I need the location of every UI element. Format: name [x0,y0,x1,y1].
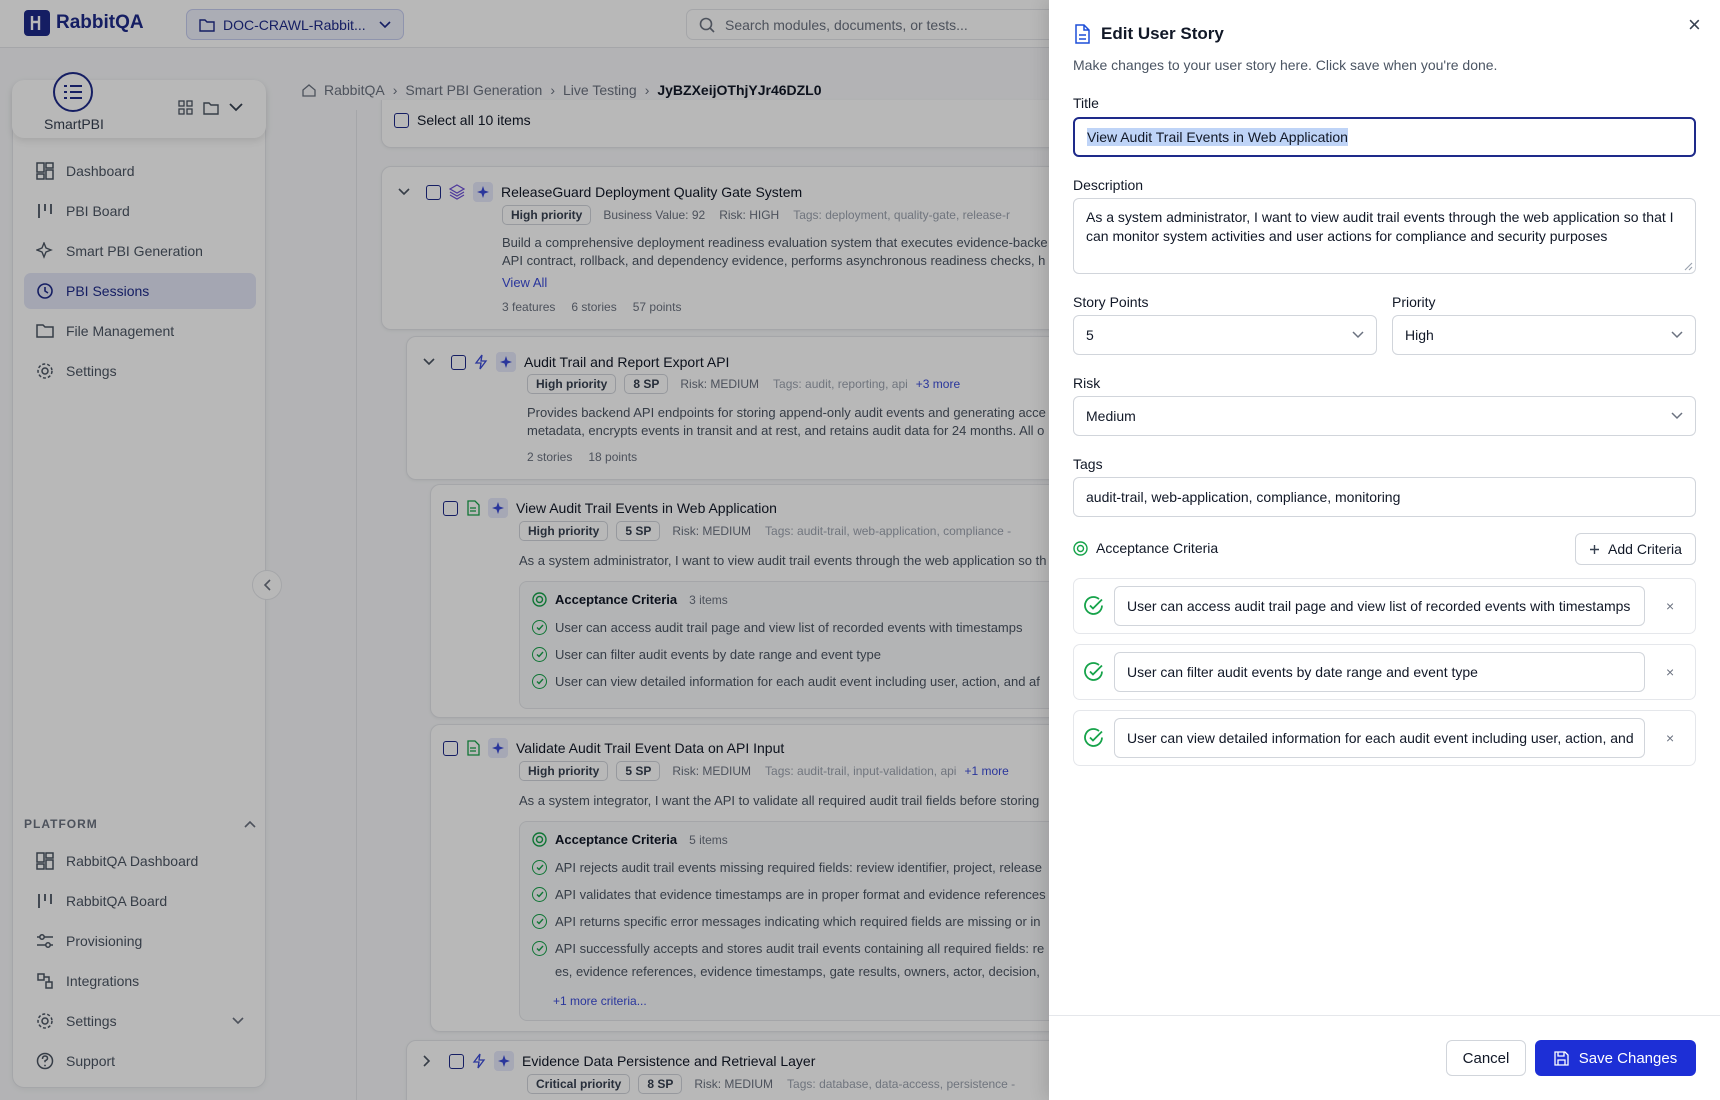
remove-criteria-button[interactable]: × [1655,730,1685,746]
tags-label: Tags [1073,456,1103,472]
save-icon [1554,1050,1569,1066]
title-value: View Audit Trail Events in Web Applicati… [1087,128,1348,146]
plus-icon [1590,544,1600,554]
acceptance-criteria-header: Acceptance Criteria [1073,540,1218,556]
remove-criteria-button[interactable]: × [1655,598,1685,614]
priority-label: Priority [1392,294,1436,310]
criteria-value: User can view detailed information for e… [1126,730,1634,746]
check-circle-icon [1084,662,1103,681]
chevron-down-icon [1352,331,1364,339]
document-icon [1075,24,1090,44]
drawer-subtitle: Make changes to your user story here. Cl… [1073,57,1498,73]
remove-criteria-button[interactable]: × [1655,664,1685,680]
criteria-input[interactable]: User can view detailed information for e… [1113,718,1646,758]
description-textarea[interactable]: As a system administrator, I want to vie… [1073,198,1696,274]
criteria-row: User can access audit trail page and vie… [1073,578,1696,634]
criteria-row: User can filter audit events by date ran… [1073,644,1696,700]
save-changes-button[interactable]: Save Changes [1535,1040,1696,1076]
story-points-label: Story Points [1073,294,1149,310]
priority-value: High [1405,327,1434,343]
check-circle-icon [1084,728,1103,747]
tags-input[interactable]: audit-trail, web-application, compliance… [1073,477,1696,517]
drawer-title: Edit User Story [1101,24,1224,43]
chevron-down-icon [1671,412,1683,420]
ac-section-label: Acceptance Criteria [1096,540,1219,556]
risk-label: Risk [1073,375,1101,391]
description-value: As a system administrator, I want to vie… [1086,209,1674,244]
criteria-input[interactable]: User can access audit trail page and vie… [1113,586,1646,626]
criteria-value: User can filter audit events by date ran… [1126,664,1478,680]
criteria-input[interactable]: User can filter audit events by date ran… [1113,652,1646,692]
description-label: Description [1073,177,1144,193]
cancel-button[interactable]: Cancel [1446,1040,1526,1076]
add-criteria-label: Add Criteria [1608,541,1682,557]
story-points-value: 5 [1086,327,1094,343]
tags-value: audit-trail, web-application, compliance… [1086,489,1401,505]
risk-value: Medium [1086,408,1136,424]
title-input[interactable]: View Audit Trail Events in Web Applicati… [1073,117,1696,157]
add-criteria-button[interactable]: Add Criteria [1575,533,1696,565]
risk-select[interactable]: Medium [1073,396,1696,436]
footer-divider [1049,1015,1720,1016]
resize-handle-icon[interactable] [1683,261,1693,271]
title-label: Title [1073,95,1099,111]
close-button[interactable]: × [1688,12,1701,38]
story-points-select[interactable]: 5 [1073,315,1377,355]
check-circle-icon [1084,596,1103,615]
criteria-row: User can view detailed information for e… [1073,710,1696,766]
save-label: Save Changes [1578,1049,1678,1067]
target-icon [1073,540,1088,556]
criteria-value: User can access audit trail page and vie… [1126,598,1631,614]
drawer-header: Edit User Story [1073,24,1224,44]
chevron-down-icon [1671,331,1683,339]
priority-select[interactable]: High [1392,315,1696,355]
